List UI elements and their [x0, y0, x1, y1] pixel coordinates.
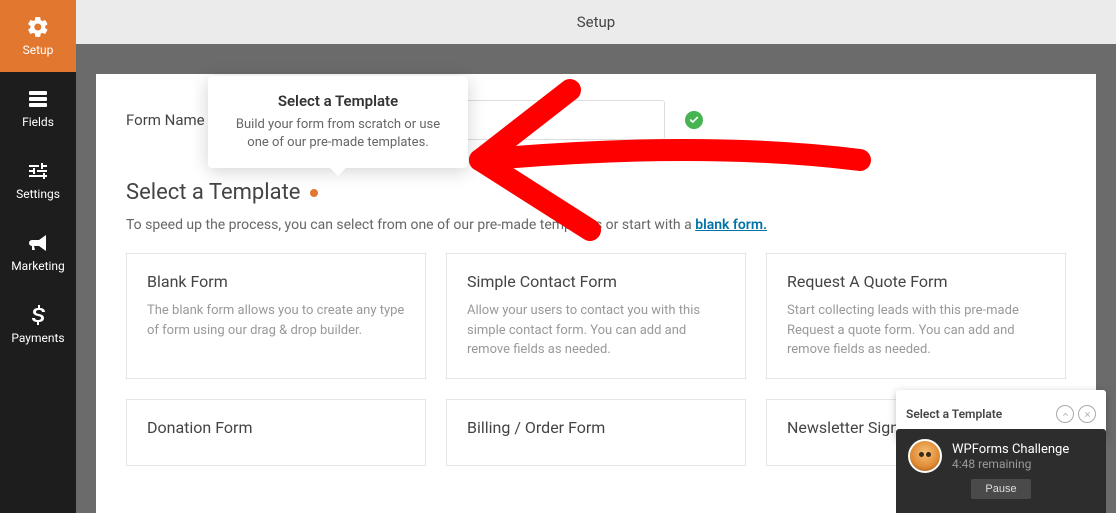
template-card-title: Donation Form — [147, 418, 405, 437]
close-icon[interactable] — [1078, 405, 1096, 423]
template-card-title: Blank Form — [147, 272, 405, 291]
section-title: Select a Template — [126, 180, 300, 205]
sidebar-item-settings[interactable]: Settings — [0, 144, 76, 216]
template-card-title: Request A Quote Form — [787, 272, 1045, 291]
sidebar-item-label: Fields — [22, 115, 54, 129]
template-card-title: Billing / Order Form — [467, 418, 725, 437]
indicator-dot — [310, 189, 318, 197]
check-icon — [685, 111, 703, 129]
page-title: Setup — [577, 13, 615, 31]
sidebar-item-fields[interactable]: Fields — [0, 72, 76, 144]
challenge-step-title: Select a Template — [906, 407, 1002, 421]
challenge-bar-controls — [1056, 405, 1096, 423]
tooltip-title: Select a Template — [226, 92, 450, 110]
sliders-icon — [26, 159, 50, 183]
challenge-name: WPForms Challenge — [952, 442, 1069, 457]
challenge-panel: WPForms Challenge 4:48 remaining Pause — [896, 429, 1106, 513]
bullhorn-icon — [26, 231, 50, 255]
builder-header: Setup — [76, 0, 1116, 44]
fields-icon — [26, 87, 50, 111]
template-card-billing[interactable]: Billing / Order Form — [446, 399, 746, 466]
sidebar-item-label: Setup — [23, 43, 54, 57]
dollar-icon — [26, 303, 50, 327]
form-name-label: Form Name — [126, 111, 205, 129]
sidebar-item-marketing[interactable]: Marketing — [0, 216, 76, 288]
onboarding-tooltip: Select a Template Build your form from s… — [208, 76, 468, 168]
blank-form-link[interactable]: blank form. — [695, 217, 767, 233]
sidebar-item-setup[interactable]: Setup — [0, 0, 76, 72]
sidebar-item-label: Payments — [11, 331, 64, 345]
template-card-blank[interactable]: Blank Form The blank form allows you to … — [126, 253, 426, 379]
challenge-time: 4:48 remaining — [952, 457, 1069, 471]
pause-button[interactable]: Pause — [971, 479, 1030, 499]
tooltip-desc: Build your form from scratch or use one … — [226, 116, 450, 152]
template-card-request-quote[interactable]: Request A Quote Form Start collecting le… — [766, 253, 1066, 379]
section-title-row: Select a Template — [126, 180, 1066, 205]
template-card-simple-contact[interactable]: Simple Contact Form Allow your users to … — [446, 253, 746, 379]
section-description: To speed up the process, you can select … — [126, 217, 1066, 233]
sidebar-item-label: Marketing — [11, 259, 65, 273]
template-card-title: Simple Contact Form — [467, 272, 725, 291]
template-card-donation[interactable]: Donation Form — [126, 399, 426, 466]
template-card-desc: Start collecting leads with this pre-mad… — [787, 301, 1045, 360]
challenge-info: WPForms Challenge 4:48 remaining — [908, 439, 1094, 473]
sidebar-item-payments[interactable]: Payments — [0, 288, 76, 360]
mascot-avatar — [908, 439, 942, 473]
template-card-desc: Allow your users to contact you with thi… — [467, 301, 725, 360]
builder-sidebar: Setup Fields Settings Marketing Payments — [0, 0, 76, 513]
collapse-icon[interactable] — [1056, 405, 1074, 423]
sidebar-item-label: Settings — [16, 187, 60, 201]
gear-icon — [26, 15, 50, 39]
template-card-desc: The blank form allows you to create any … — [147, 301, 405, 340]
